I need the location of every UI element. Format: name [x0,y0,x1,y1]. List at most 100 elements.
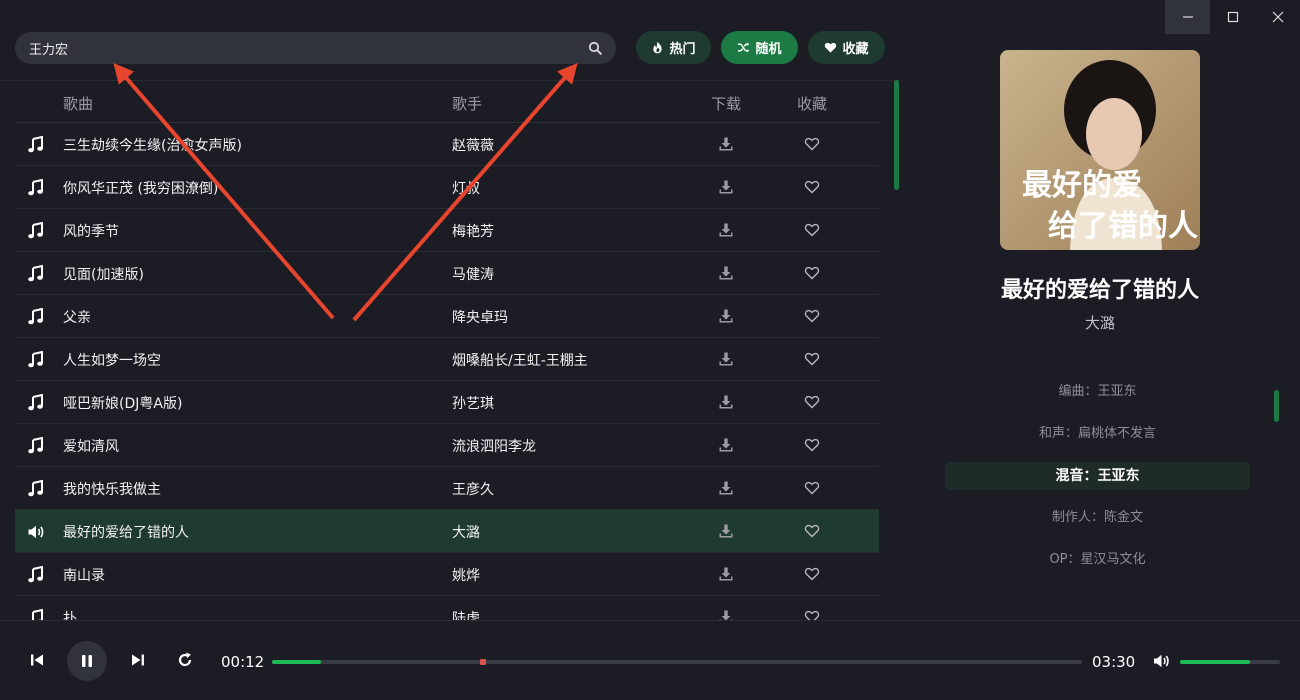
lyric-line-current: 混音：王亚东 [945,462,1250,490]
speaker-icon [28,525,44,539]
song-title: 父亲 [63,310,91,326]
column-artist: 歌手 [452,95,483,113]
song-artist[interactable]: 马健涛 [452,264,494,284]
heart-outline-icon[interactable] [804,523,820,539]
hot-button[interactable]: 热门 [636,31,711,64]
heart-outline-icon[interactable] [804,609,820,620]
favorites-button[interactable]: 收藏 [808,31,885,64]
music-note-icon [28,566,43,583]
player-bar: 00:12 03:30 [0,620,1300,700]
search-input[interactable]: 王力宏 [29,39,588,58]
heart-outline-icon[interactable] [804,222,820,238]
download-icon[interactable] [718,222,734,238]
maximize-button[interactable] [1210,0,1255,34]
heart-outline-icon[interactable] [804,437,820,453]
music-note-icon [32,609,43,620]
song-artist[interactable]: 孙艺琪 [452,393,494,413]
download-icon[interactable] [718,437,734,453]
table-row[interactable]: 哑巴新娘(DJ粤A版) 孙艺琪 [15,381,879,424]
minimize-button[interactable] [1165,0,1210,34]
repeat-icon[interactable] [176,651,194,669]
favorites-button-label: 收藏 [842,42,869,57]
heart-outline-icon[interactable] [804,136,820,152]
close-icon [1272,11,1283,23]
table-row[interactable]: 南山录 姚烨 [15,553,879,596]
heart-outline-icon[interactable] [804,308,820,324]
lyric-line: OP：星汉马文化 [1049,552,1146,567]
list-scrollbar[interactable] [894,80,899,190]
volume-slider[interactable] [1180,660,1280,664]
heart-icon [825,42,837,53]
music-note-icon [28,437,43,454]
lyrics-scrollbar[interactable] [1274,390,1279,422]
download-icon[interactable] [718,308,734,324]
heart-outline-icon[interactable] [804,566,820,582]
pause-icon [82,655,92,667]
maximize-icon [1227,11,1238,23]
column-song: 歌曲 [63,95,94,113]
volume-icon[interactable] [1152,652,1170,670]
lyric-line: 制作人：陈金文 [1051,510,1143,525]
random-button-label: 随机 [755,42,782,57]
table-row[interactable]: 最好的爱给了错的人 大潞 [15,510,879,553]
now-playing-artist: 大潞 [1084,314,1115,332]
fire-icon [653,41,663,54]
table-row[interactable]: 你风华正茂 (我穷困潦倒) 灯叔 [15,166,879,209]
close-button[interactable] [1255,0,1300,34]
random-button[interactable]: 随机 [721,31,798,64]
current-time: 00:12 [221,653,265,671]
table-row[interactable]: 三生劫续今生缘(治愈女声版) 赵薇薇 [15,123,879,166]
progress-bar[interactable] [272,659,1082,665]
download-icon[interactable] [718,480,734,496]
music-note-icon [28,308,43,325]
song-artist[interactable]: 降央卓玛 [452,307,508,327]
song-title: 扑 [63,611,77,620]
download-icon[interactable] [718,351,734,367]
table-row[interactable]: 人生如梦一场空 烟嗓船长/王虹-王棚主 [15,338,879,381]
download-icon[interactable] [718,136,734,152]
song-title: 三生劫续今生缘(治愈女声版) [63,138,242,154]
table-row[interactable]: 我的快乐我做主 王彦久 [15,467,879,510]
heart-outline-icon[interactable] [804,265,820,281]
song-artist[interactable]: 梅艳芳 [452,221,494,241]
heart-outline-icon[interactable] [804,394,820,410]
shuffle-icon [738,42,750,53]
song-artist[interactable]: 灯叔 [452,178,480,198]
download-icon[interactable] [718,566,734,582]
song-title: 南山录 [63,568,105,584]
song-artist[interactable]: 烟嗓船长/王虹-王棚主 [452,350,588,370]
song-title: 人生如梦一场空 [63,353,161,369]
download-icon[interactable] [718,179,734,195]
song-artist[interactable]: 姚烨 [452,565,480,585]
heart-outline-icon[interactable] [804,179,820,195]
table-row[interactable]: 父亲 降央卓玛 [15,295,879,338]
search-icon[interactable] [588,41,602,55]
total-time: 03:30 [1092,653,1136,671]
next-icon[interactable] [129,651,147,669]
cover-title-line2: 给了错的人 [1048,209,1198,244]
song-artist[interactable]: 王彦久 [452,479,494,499]
table-row[interactable]: 扑 陆虎 [15,596,879,620]
download-icon[interactable] [718,523,734,539]
previous-icon[interactable] [28,651,46,669]
now-playing-title: 最好的爱给了错的人 [1000,278,1199,303]
heart-outline-icon[interactable] [804,480,820,496]
song-artist[interactable]: 赵薇薇 [452,135,494,155]
song-artist[interactable]: 流浪泗阳李龙 [452,436,536,456]
download-icon[interactable] [718,609,734,620]
heart-outline-icon[interactable] [804,351,820,367]
column-download: 下载 [711,95,742,113]
song-title: 哑巴新娘(DJ粤A版) [63,396,183,412]
download-icon[interactable] [718,265,734,281]
song-artist[interactable]: 大潞 [452,522,480,542]
song-title: 最好的爱给了错的人 [63,525,189,541]
table-row[interactable]: 风的季节 梅艳芳 [15,209,879,252]
column-favorite: 收藏 [797,95,828,113]
music-note-icon [28,480,43,497]
table-row[interactable]: 爱如清风 流浪泗阳李龙 [15,424,879,467]
download-icon[interactable] [718,394,734,410]
search-bar[interactable]: 王力宏 [15,32,616,64]
table-row[interactable]: 见面(加速版) 马健涛 [15,252,879,295]
pause-button[interactable] [67,641,107,681]
song-artist[interactable]: 陆虎 [452,608,480,620]
